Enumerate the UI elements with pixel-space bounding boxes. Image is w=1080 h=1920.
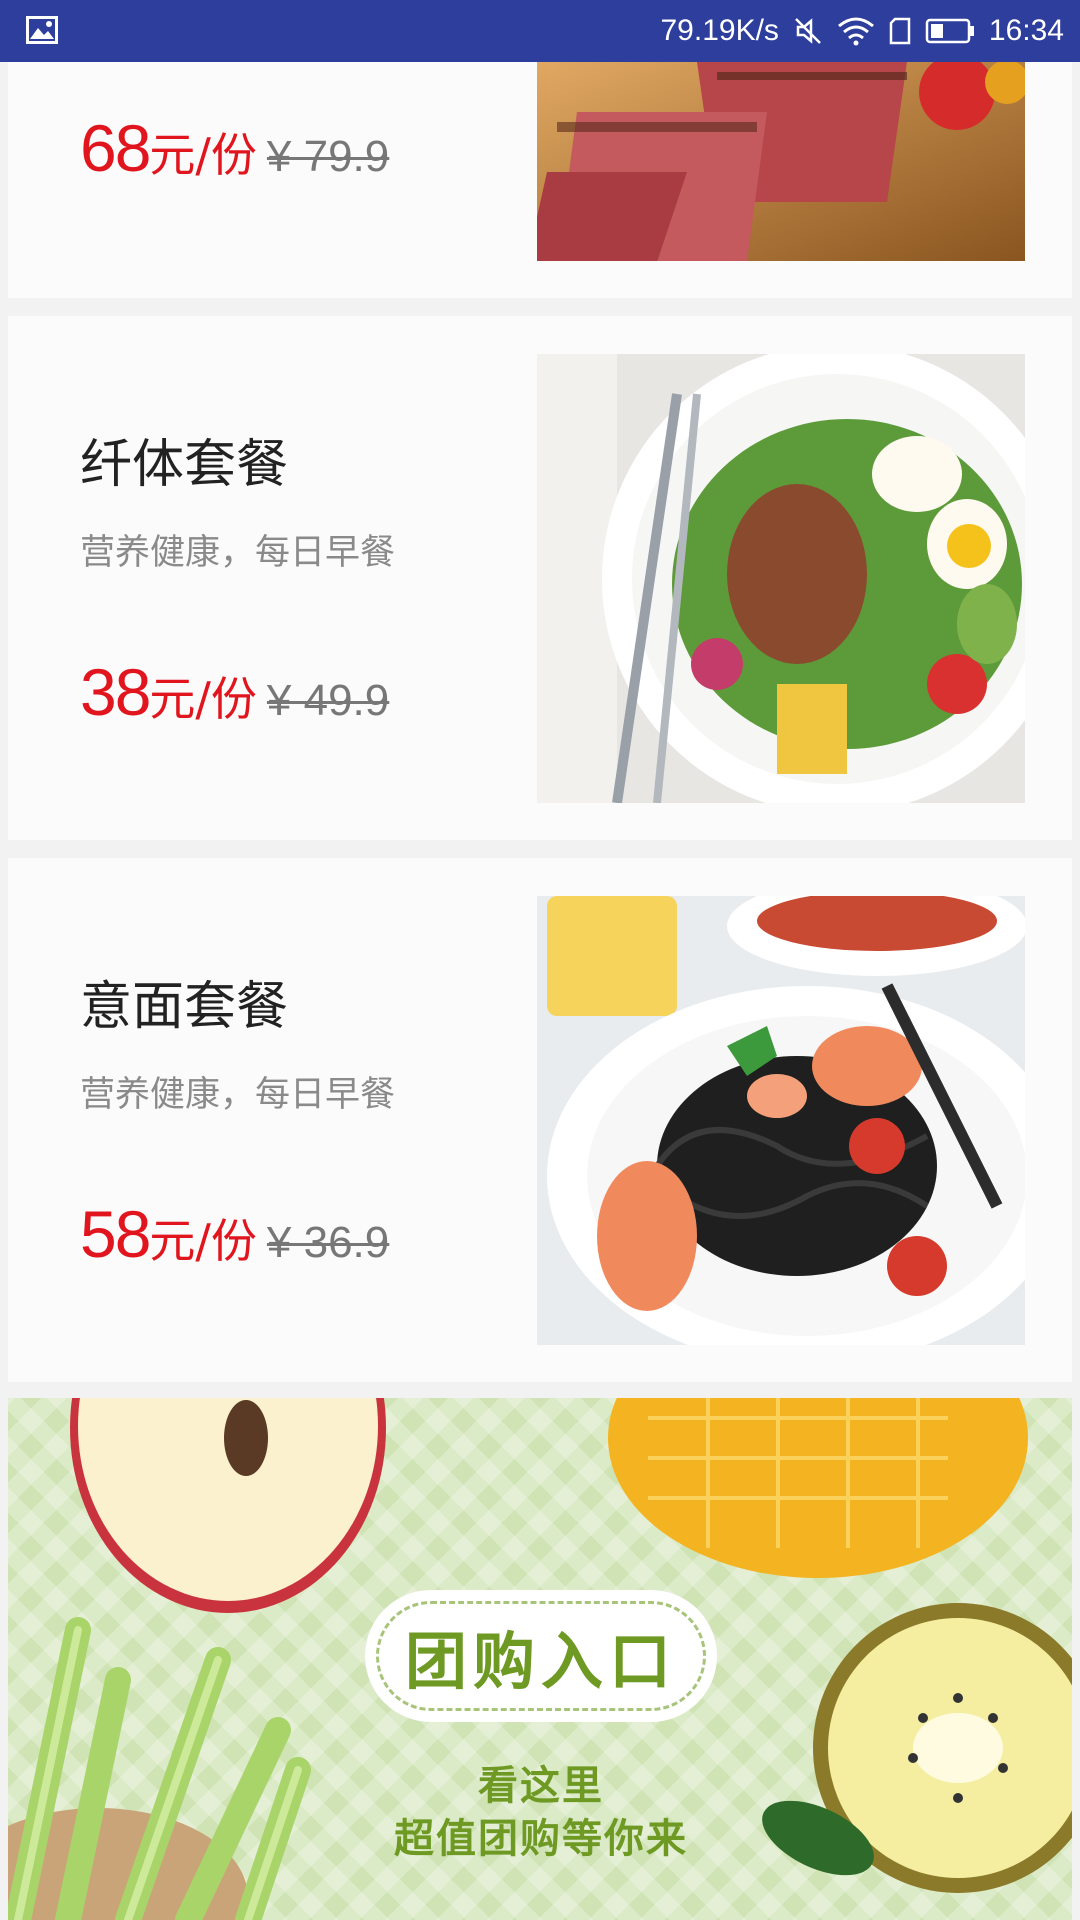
squid-ink-pasta-photo <box>537 896 1025 1345</box>
product-description: 营养健康，每日早餐 <box>80 1075 396 1115</box>
price-value: 38 <box>80 655 151 729</box>
price-row: 38 元/份 ¥ 49.9 <box>80 654 389 730</box>
image-notification-icon <box>26 16 58 49</box>
salad-photo <box>537 354 1025 803</box>
banner-line-2: 超值团购等你来 <box>394 1816 688 1862</box>
product-card-pasta-set[interactable]: 意面套餐 营养健康，每日早餐 58 元/份 ¥ 36.9 <box>8 858 1072 1382</box>
price-unit: 元/份 <box>149 1214 257 1268</box>
price-row: 58 元/份 ¥ 36.9 <box>80 1196 389 1272</box>
group-buy-title: 团购入口 <box>404 1625 677 1698</box>
mute-icon <box>793 16 823 46</box>
original-price: ¥ 49.9 <box>266 676 390 725</box>
price-value: 58 <box>80 1197 151 1271</box>
network-speed: 79.19K/s <box>660 14 779 47</box>
status-bar: 79.19K/s 16:34 <box>0 0 1080 62</box>
group-buy-entry-badge[interactable]: 团购入口 <box>368 1593 714 1719</box>
sim-icon <box>889 17 911 45</box>
product-title: 意面套餐 <box>80 977 289 1037</box>
battery-icon <box>925 17 975 45</box>
product-description: 营养健康，每日早餐 <box>80 533 396 573</box>
group-buy-banner[interactable]: 团购入口 看这里 超值团购等你来 <box>8 1398 1072 1920</box>
original-price: ¥ 79.9 <box>266 132 390 181</box>
price-row: 68 元/份 ¥ 79.9 <box>80 110 389 186</box>
product-card-steak[interactable]: 68 元/份 ¥ 79.9 <box>8 62 1072 298</box>
product-title: 纤体套餐 <box>80 435 289 495</box>
price-value: 68 <box>80 111 151 185</box>
banner-line-1: 看这里 <box>478 1763 604 1809</box>
product-card-slim-set[interactable]: 纤体套餐 营养健康，每日早餐 38 元/份 ¥ 49.9 <box>8 316 1072 840</box>
price-unit: 元/份 <box>149 672 257 726</box>
wifi-icon <box>837 16 875 46</box>
price-unit: 元/份 <box>149 128 257 182</box>
clock: 16:34 <box>988 14 1064 47</box>
original-price: ¥ 36.9 <box>266 1218 390 1267</box>
steak-photo <box>537 62 1025 261</box>
